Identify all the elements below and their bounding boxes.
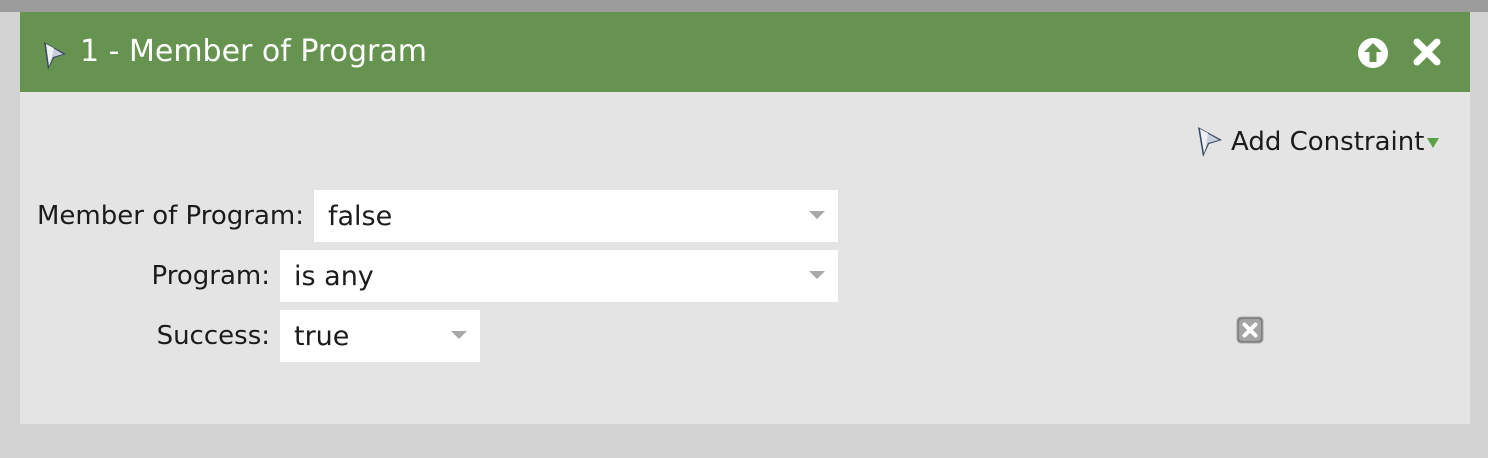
program-label: Program:: [151, 261, 270, 291]
chevron-down-icon: [451, 331, 467, 339]
success-select[interactable]: true: [280, 310, 480, 362]
program-select[interactable]: is any: [280, 250, 838, 302]
chevron-down-icon: [809, 211, 825, 219]
triangle-down-icon[interactable]: [1426, 136, 1440, 150]
program-value: is any: [294, 261, 374, 292]
member-of-program-label: Member of Program:: [37, 201, 304, 231]
filter-header: 1 - Member of Program: [20, 12, 1470, 92]
filter-funnel-icon: [1198, 127, 1222, 157]
success-value: true: [294, 321, 350, 352]
close-icon[interactable]: [1411, 36, 1443, 68]
filter-title: 1 - Member of Program: [80, 34, 427, 69]
top-strip: [0, 0, 1488, 12]
close-box-icon[interactable]: [1236, 316, 1264, 344]
add-constraint-label: Add Constraint: [1231, 127, 1425, 157]
success-label: Success:: [156, 321, 270, 351]
member-of-program-select[interactable]: false: [314, 190, 838, 242]
member-of-program-value: false: [328, 201, 393, 232]
filter-funnel-icon: [44, 42, 66, 70]
add-constraint-button[interactable]: Add Constraint: [1194, 124, 1454, 160]
chevron-down-icon: [809, 271, 825, 279]
arrow-up-circle-icon[interactable]: [1357, 37, 1389, 69]
smart-list-filter-panel: 1 - Member of Program Add Constraint Mem…: [20, 12, 1470, 424]
